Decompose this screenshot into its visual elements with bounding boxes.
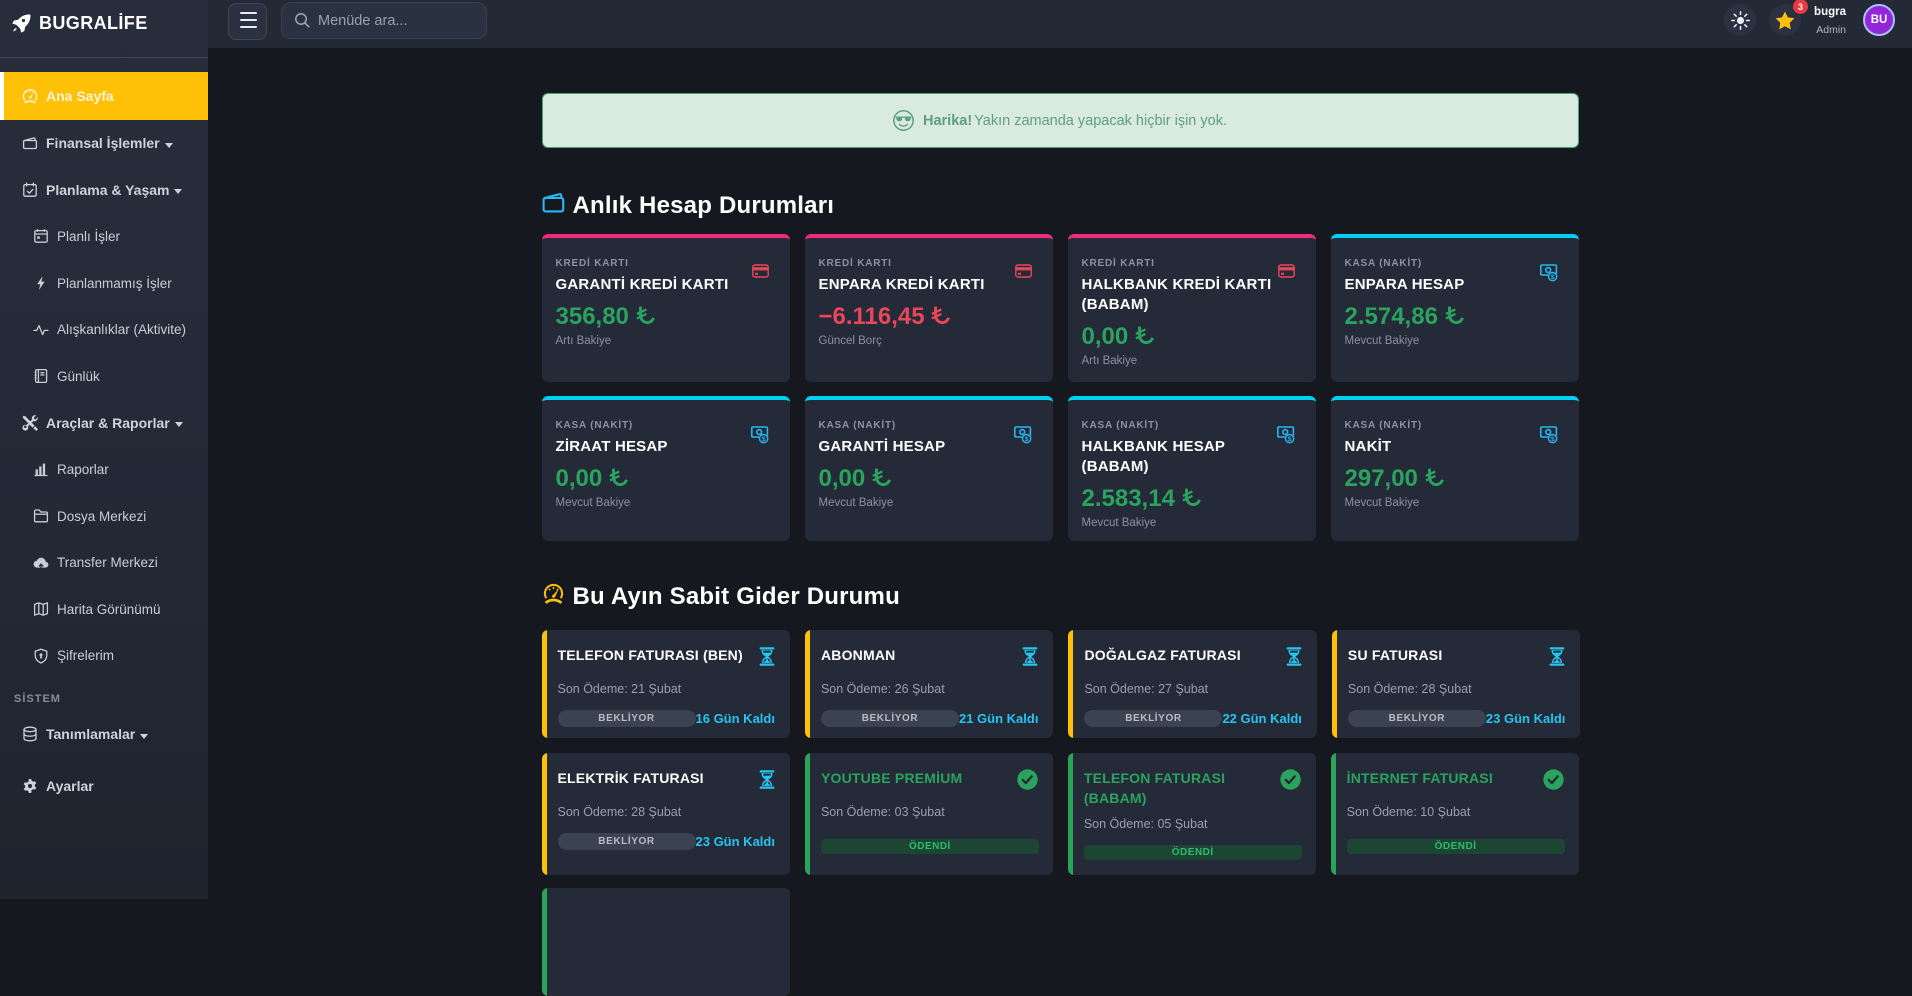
svg-text:$: $ — [1287, 436, 1291, 443]
svg-text:$: $ — [1550, 274, 1554, 281]
svg-text:$: $ — [1024, 436, 1028, 443]
svg-text:$: $ — [1550, 436, 1554, 443]
svg-text:$: $ — [761, 436, 765, 443]
